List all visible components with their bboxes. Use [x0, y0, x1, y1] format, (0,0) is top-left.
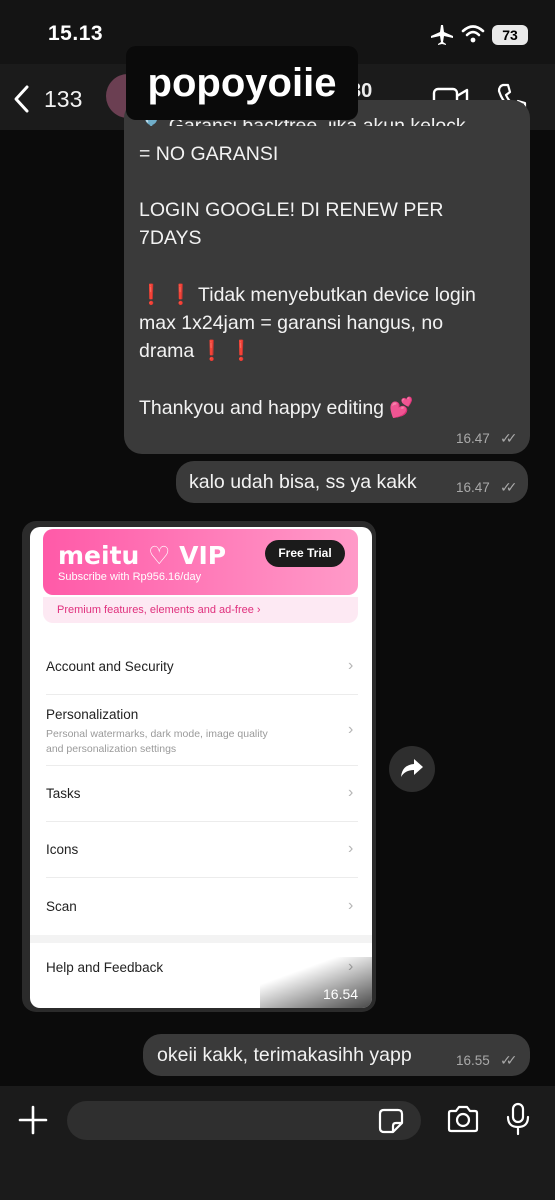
section-gap [30, 935, 372, 943]
menu-item-tasks[interactable]: Tasks [46, 786, 81, 801]
menu-item-subtitle: and personalization settings [46, 743, 177, 755]
message-timestamp: 16.54 [323, 986, 359, 1002]
message-line: = NO GARANSI [139, 143, 279, 165]
vip-subscribe-text: Subscribe with Rp956.16/day [58, 571, 202, 583]
message-line: 7DAYS [139, 227, 202, 249]
message-line: ❗ ❗ Tidak menyebutkan device login [139, 284, 476, 306]
message-line: Thankyou and happy editing 💕 [139, 397, 414, 419]
divider [46, 765, 358, 766]
message-input[interactable] [67, 1101, 421, 1140]
menu-item-help-feedback[interactable]: Help and Feedback [46, 960, 163, 975]
plus-icon[interactable] [18, 1105, 48, 1135]
read-receipt-icon: ✓✓ [500, 479, 518, 495]
status-time: 15.13 [48, 22, 104, 45]
meitu-vip-logo: meitu ♡ VIP [58, 541, 227, 570]
read-receipt-icon: ✓✓ [500, 430, 518, 446]
message-timestamp: 16.47 [456, 431, 490, 446]
chevron-right-icon: › [348, 840, 354, 857]
free-trial-button[interactable]: Free Trial [265, 540, 345, 567]
contact-name-overlay: popoyoiie [126, 46, 358, 120]
message-text: okeii kakk, terimakasihh yapp [157, 1044, 412, 1066]
message-timestamp: 16.55 [456, 1053, 490, 1068]
shared-screenshot[interactable]: meitu ♡ VIP Subscribe with Rp956.16/day … [30, 527, 372, 1008]
divider [46, 821, 358, 822]
menu-item-scan[interactable]: Scan [46, 899, 77, 914]
microphone-icon[interactable] [505, 1102, 531, 1136]
wifi-icon [461, 25, 485, 43]
chevron-left-icon[interactable] [12, 84, 32, 114]
airplane-icon [431, 25, 453, 45]
read-receipt-icon: ✓✓ [500, 1052, 518, 1068]
message-line: drama ❗ ❗ [139, 340, 254, 362]
menu-item-subtitle: Personal watermarks, dark mode, image qu… [46, 728, 268, 740]
divider [46, 877, 358, 878]
menu-item-personalization[interactable]: Personalization [46, 707, 138, 722]
premium-features-link[interactable]: Premium features, elements and ad-free › [43, 597, 358, 623]
chevron-right-icon: › [348, 721, 354, 738]
message-text: kalo udah bisa, ss ya kakk [189, 471, 417, 493]
message-timestamp: 16.47 [456, 480, 490, 495]
chevron-right-icon: › [348, 784, 354, 801]
menu-item-icons[interactable]: Icons [46, 842, 78, 857]
message-line: max 1x24jam = garansi hangus, no [139, 312, 444, 334]
chevron-right-icon: › [348, 657, 354, 674]
sticker-icon[interactable] [378, 1108, 404, 1134]
unread-count[interactable]: 133 [44, 86, 82, 113]
battery-indicator: 73 [492, 25, 528, 45]
divider [46, 694, 358, 695]
menu-item-account-security[interactable]: Account and Security [46, 659, 174, 674]
camera-icon[interactable] [446, 1105, 480, 1133]
chevron-right-icon: › [348, 897, 354, 914]
message-line: LOGIN GOOGLE! DI RENEW PER [139, 199, 444, 221]
forward-icon [401, 759, 423, 777]
